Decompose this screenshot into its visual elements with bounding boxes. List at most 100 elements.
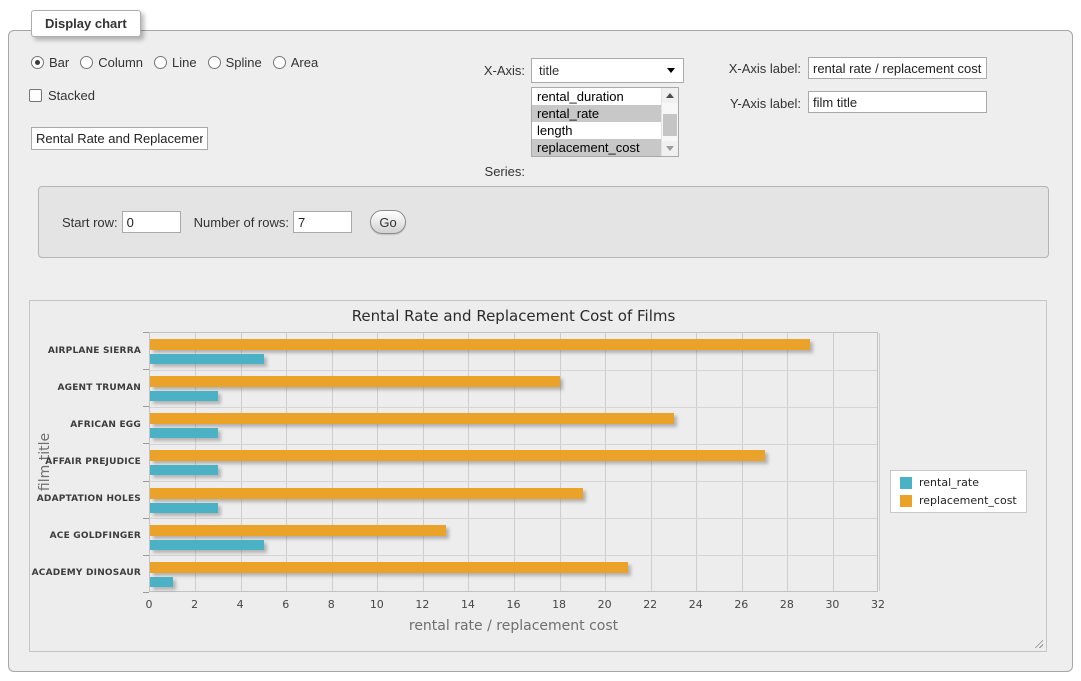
scrollbar-up-button[interactable] [662, 88, 678, 103]
scrollbar-thumb[interactable] [663, 114, 677, 136]
x-axis-title: rental rate / replacement cost [149, 618, 878, 634]
series-option-replacement_cost[interactable]: replacement_cost [532, 139, 678, 156]
chart-type-option-bar: Bar [31, 55, 69, 70]
category-label: ACE GOLDFINGER [30, 531, 141, 541]
x-axis-label-field-label: X-Axis label: [689, 61, 801, 76]
gridline-horizontal [150, 481, 877, 482]
bar-replacement_cost [150, 525, 446, 536]
num-rows-label: Number of rows: [194, 215, 289, 230]
bar-rental_rate [150, 391, 218, 401]
series-option-rental_rate[interactable]: rental_rate [532, 105, 678, 122]
x-axis-selected-value: title [539, 63, 559, 78]
bar-replacement_cost [150, 376, 560, 387]
y-tick [143, 443, 149, 444]
bar-rental_rate [150, 503, 218, 513]
gridline-horizontal [150, 444, 877, 445]
line-radio[interactable] [154, 56, 167, 69]
gridline-vertical [286, 333, 287, 591]
x-tick-label: 6 [266, 598, 306, 611]
go-button[interactable]: Go [370, 210, 406, 234]
series-field-label: Series: [413, 164, 525, 179]
series-options: rental_durationrental_ratelengthreplacem… [532, 88, 678, 156]
gridline-vertical [787, 333, 788, 591]
category-label: ACADEMY DINOSAUR [30, 568, 141, 578]
x-axis-label-input[interactable] [808, 57, 987, 79]
series-listbox[interactable]: rental_durationrental_ratelengthreplacem… [531, 87, 679, 157]
legend-swatch-rental_rate [900, 477, 912, 489]
y-tick [143, 518, 149, 519]
chart-type-option-line: Line [154, 55, 197, 70]
scroll-up-icon [666, 93, 674, 98]
scrollbar-down-button[interactable] [662, 141, 678, 156]
area-radio-label: Area [291, 55, 318, 70]
gridline-horizontal [150, 407, 877, 408]
x-tick-label: 22 [630, 598, 670, 611]
legend-entry-replacement_cost: replacement_cost [900, 494, 1017, 507]
category-label: AIRPLANE SIERRA [30, 346, 141, 356]
series-option-rental_duration[interactable]: rental_duration [532, 88, 678, 105]
x-tick-label: 18 [539, 598, 579, 611]
gridline-vertical [332, 333, 333, 591]
legend-label-rental_rate: rental_rate [919, 476, 979, 489]
y-axis-label-field-label: Y-Axis label: [689, 96, 801, 111]
resize-grip-icon[interactable] [1032, 637, 1043, 648]
gridline-vertical [241, 333, 242, 591]
y-tick [143, 332, 149, 333]
y-tick [143, 481, 149, 482]
gridline-vertical [468, 333, 469, 591]
stacked-checkbox-label: Stacked [48, 88, 95, 103]
bar-replacement_cost [150, 339, 810, 350]
y-tick [143, 406, 149, 407]
x-tick-label: 2 [175, 598, 215, 611]
series-option-length[interactable]: length [532, 122, 678, 139]
gridline-vertical [423, 333, 424, 591]
x-axis-select[interactable]: title [531, 58, 684, 83]
column-radio-label: Column [98, 55, 143, 70]
gridline-vertical [605, 333, 606, 591]
bar-replacement_cost [150, 562, 628, 573]
x-tick-label: 24 [676, 598, 716, 611]
start-row-input[interactable] [122, 211, 181, 233]
category-label: ADAPTATION HOLES [30, 494, 141, 504]
category-label: AFRICAN EGG [30, 420, 141, 430]
spline-radio-label: Spline [226, 55, 262, 70]
dropdown-arrow-icon [667, 68, 675, 73]
gridline-horizontal [150, 370, 877, 371]
chart-type-option-area: Area [273, 55, 318, 70]
gridline-vertical [651, 333, 652, 591]
bar-rental_rate [150, 540, 264, 550]
y-tick [143, 555, 149, 556]
x-tick-label: 30 [812, 598, 852, 611]
num-rows-input[interactable] [293, 211, 352, 233]
plot-area [149, 332, 878, 592]
gridline-vertical [742, 333, 743, 591]
gridline-vertical [195, 333, 196, 591]
bar-rental_rate [150, 354, 264, 364]
category-label: AFFAIR PREJUDICE [30, 457, 141, 467]
column-radio[interactable] [80, 56, 93, 69]
stacked-option: Stacked [29, 88, 95, 103]
x-tick-label: 0 [129, 598, 169, 611]
start-row-label: Start row: [62, 215, 118, 230]
chart-title: Rental Rate and Replacement Cost of Film… [149, 307, 878, 325]
line-radio-label: Line [172, 55, 197, 70]
bar-radio-label: Bar [49, 55, 69, 70]
rows-panel: Start row: Number of rows: Go [38, 186, 1049, 258]
bar-radio[interactable] [31, 56, 44, 69]
area-radio[interactable] [273, 56, 286, 69]
x-tick-label: 26 [721, 598, 761, 611]
stacked-checkbox[interactable] [29, 89, 42, 102]
x-tick-label: 14 [448, 598, 488, 611]
gridline-vertical [696, 333, 697, 591]
bar-rental_rate [150, 577, 173, 587]
y-axis-label-input[interactable] [808, 91, 987, 113]
chart-title-input[interactable] [31, 127, 208, 150]
x-axis-field-label: X-Axis: [413, 63, 525, 78]
gridline-vertical [879, 333, 880, 591]
series-scrollbar[interactable] [661, 88, 678, 156]
bar-replacement_cost [150, 488, 583, 499]
spline-radio[interactable] [208, 56, 221, 69]
gridline-horizontal [150, 555, 877, 556]
chart-panel: Rental Rate and Replacement Cost of Film… [29, 300, 1047, 652]
chart-type-option-column: Column [80, 55, 143, 70]
